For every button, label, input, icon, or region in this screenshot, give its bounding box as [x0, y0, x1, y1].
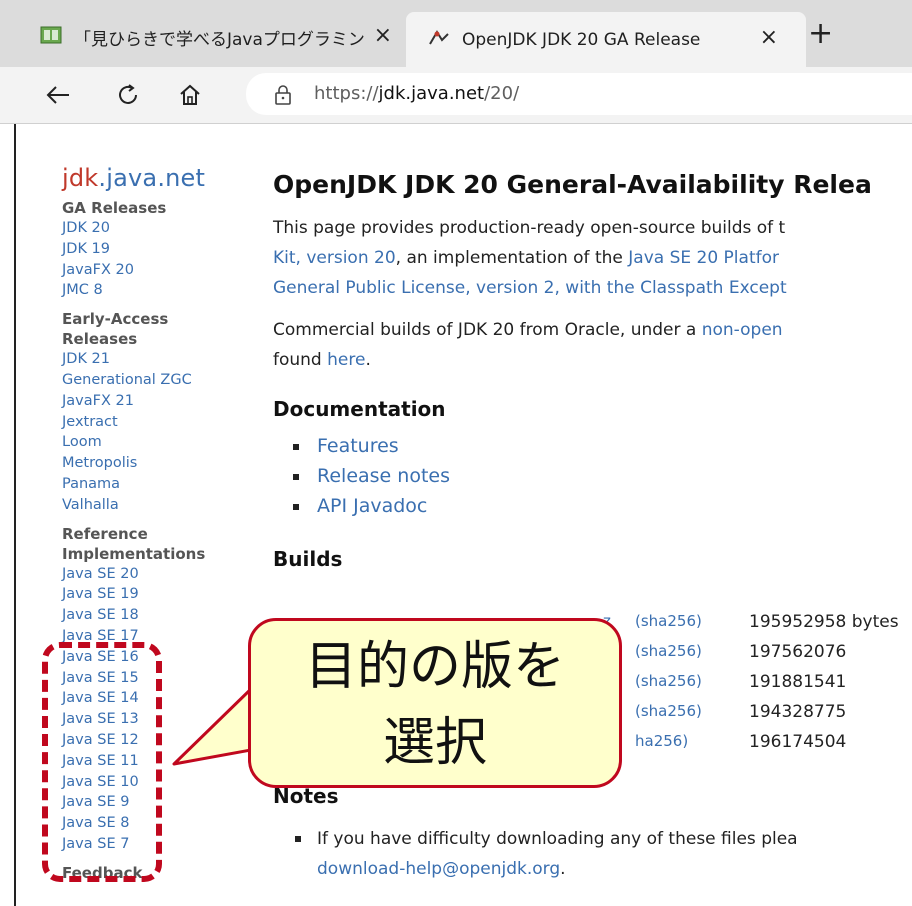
logo-domain: .java.net: [98, 164, 206, 192]
tab-title: OpenJDK JDK 20 GA Release: [462, 29, 701, 50]
intro-paragraph: This page provides production-ready open…: [273, 213, 912, 303]
sidebar-heading: Reference Implementations: [62, 524, 206, 563]
tab-openjdk[interactable]: OpenJDK JDK 20 GA Release ×: [406, 12, 806, 67]
builds-heading: Builds: [273, 547, 343, 571]
features-link[interactable]: Features: [291, 431, 912, 461]
commercial-paragraph: Commercial builds of JDK 20 from Oracle,…: [273, 315, 912, 375]
intro-line-2-text: , an implementation of the: [395, 248, 629, 268]
notes-section: Notes If you have difficulty downloading…: [273, 784, 912, 884]
sidebar-heading: Early-Access Releases: [62, 310, 169, 349]
sha256-link[interactable]: ha256): [635, 732, 688, 750]
note-line-1: If you have difficulty downloading any o…: [317, 829, 798, 849]
close-icon[interactable]: ×: [374, 23, 392, 48]
sidebar-item-java-se-19[interactable]: Java SE 19: [62, 584, 232, 605]
note-item: If you have difficulty downloading any o…: [273, 824, 912, 884]
url-path: /20/: [484, 83, 520, 104]
commercial-line-2: found: [273, 350, 328, 370]
sidebar-item-jdk-19[interactable]: JDK 19: [62, 239, 232, 260]
commercial-line-1: Commercial builds of JDK 20 from Oracle,…: [273, 320, 702, 340]
sidebar-item-panama[interactable]: Panama: [62, 474, 232, 495]
callout-line-1: 目的の版を: [304, 637, 565, 697]
lock-icon: [274, 85, 292, 109]
address-bar[interactable]: https://jdk.java.net/20/: [246, 73, 912, 115]
jdk-link[interactable]: Kit, version 20: [273, 248, 396, 268]
page-title: OpenJDK JDK 20 General-Availability Rele…: [273, 170, 872, 199]
documentation-list: Features Release notes API Javadoc: [291, 431, 912, 521]
back-icon[interactable]: [38, 75, 78, 115]
sidebar-item-javafx-20[interactable]: JavaFX 20: [62, 260, 232, 281]
download-help-email-link[interactable]: download-help@openjdk.org: [317, 859, 560, 879]
here-link[interactable]: here: [327, 350, 365, 370]
callout-join: [251, 690, 261, 746]
sha256-link[interactable]: (sha256): [635, 672, 702, 690]
sidebar-item-java-se-18[interactable]: Java SE 18: [62, 605, 232, 626]
build-size: 196174504: [749, 732, 847, 752]
sha256-link[interactable]: (sha256): [635, 702, 702, 720]
build-size: 194328775: [749, 702, 847, 722]
period: .: [560, 859, 566, 879]
address-toolbar: https://jdk.java.net/20/: [0, 67, 912, 124]
java-se-platform-link[interactable]: Java SE 20 Platfor: [628, 248, 779, 268]
url-text: https://jdk.java.net/20/: [314, 83, 519, 104]
intro-line-1: This page provides production-ready open…: [273, 218, 786, 238]
non-open-license-link[interactable]: non-open: [702, 320, 783, 340]
sidebar-item-loom[interactable]: Loom: [62, 432, 232, 453]
duke-icon: [428, 28, 450, 52]
url-host: jdk.java.net: [378, 83, 485, 104]
sidebar-item-javafx-21[interactable]: JavaFX 21: [62, 391, 232, 412]
logo-jdk: jdk: [62, 164, 99, 192]
main-content: OpenJDK JDK 20 General-Availability Rele…: [273, 164, 912, 581]
book-icon: [40, 26, 62, 48]
tab-title: 「見ひらきで学べるJavaプログラミング」入門: [74, 29, 366, 50]
site-logo[interactable]: jdk.java.net: [62, 164, 232, 192]
sidebar-item-jmc-8[interactable]: JMC 8: [62, 280, 232, 301]
close-icon[interactable]: ×: [760, 25, 778, 50]
build-size: 197562076: [749, 642, 847, 662]
tab-strip: 「見ひらきで学べるJavaプログラミング」入門 × OpenJDK JDK 20…: [0, 0, 912, 67]
refresh-icon[interactable]: [108, 75, 148, 115]
api-javadoc-link[interactable]: API Javadoc: [291, 491, 912, 521]
sha256-link[interactable]: (sha256): [635, 612, 702, 630]
build-size: 191881541: [749, 672, 847, 692]
sidebar-item-jdk-20[interactable]: JDK 20: [62, 218, 232, 239]
url-scheme: https://: [314, 83, 379, 104]
build-size: 195952958 bytes: [749, 612, 899, 632]
home-icon[interactable]: [170, 75, 210, 115]
sidebar-item-generational-zgc[interactable]: Generational ZGC: [62, 370, 232, 391]
sidebar-item-jdk-21[interactable]: JDK 21: [62, 349, 232, 370]
release-notes-link[interactable]: Release notes: [291, 461, 912, 491]
sidebar-heading: GA Releases: [62, 199, 167, 217]
documentation-heading: Documentation: [273, 397, 446, 421]
callout-bubble: 目的の版を 選択: [248, 618, 622, 788]
period: .: [365, 350, 371, 370]
sha256-link[interactable]: (sha256): [635, 642, 702, 660]
callout-line-2: 選択: [382, 713, 487, 773]
new-tab-button[interactable]: +: [808, 14, 833, 54]
browser-window: 「見ひらきで学べるJavaプログラミング」入門 × OpenJDK JDK 20…: [0, 0, 912, 906]
gpl-license-link[interactable]: General Public License, version 2, with …: [273, 278, 787, 298]
tab-book[interactable]: 「見ひらきで学べるJavaプログラミング」入門 ×: [14, 12, 404, 62]
sidebar-item-java-se-20[interactable]: Java SE 20: [62, 564, 232, 585]
sidebar-item-jextract[interactable]: Jextract: [62, 412, 232, 433]
highlight-dashed-box: [42, 642, 162, 882]
bullet: [295, 836, 301, 842]
sidebar-item-valhalla[interactable]: Valhalla: [62, 495, 232, 516]
sidebar-item-metropolis[interactable]: Metropolis: [62, 453, 232, 474]
